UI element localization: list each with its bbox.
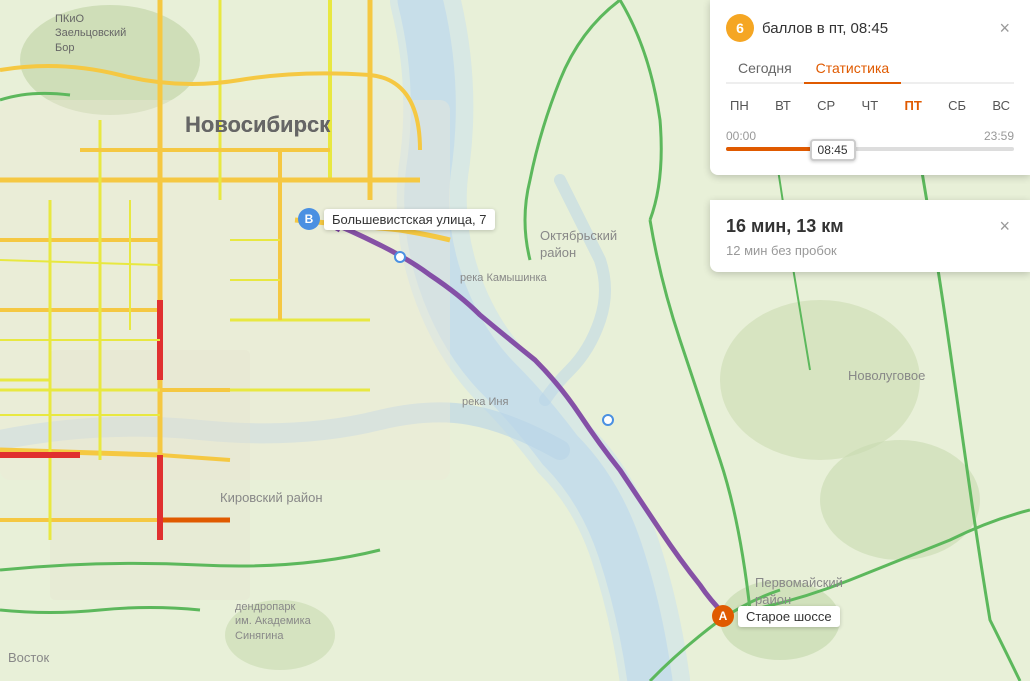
- marker-a-label: Старое шоссе: [738, 606, 840, 627]
- day-su[interactable]: ВС: [988, 96, 1014, 115]
- tabs-container: Сегодня Статистика: [726, 54, 1014, 84]
- marker-b-circle: В: [298, 208, 320, 230]
- route-time: 16 мин, 13 км: [726, 216, 844, 237]
- route-sub: 12 мин без пробок: [726, 243, 1014, 258]
- map-container: CE Новосибирск Новосибирск Октябрьскийра…: [0, 0, 1030, 681]
- panel-title: баллов в пт, 08:45: [762, 20, 888, 37]
- route-panel-close[interactable]: ×: [995, 214, 1014, 239]
- route-panel: 16 мин, 13 км × 12 мин без пробок: [710, 200, 1030, 272]
- tab-today[interactable]: Сегодня: [726, 54, 804, 84]
- traffic-badge: 6: [726, 14, 754, 42]
- day-fr[interactable]: ПТ: [900, 96, 925, 115]
- marker-a[interactable]: А Старое шоссе: [712, 605, 840, 627]
- day-tu[interactable]: ВТ: [771, 96, 795, 115]
- day-we[interactable]: СР: [813, 96, 839, 115]
- day-sa[interactable]: СБ: [944, 96, 970, 115]
- route-header: 16 мин, 13 км ×: [726, 214, 1014, 239]
- traffic-panel: 6 баллов в пт, 08:45 × Сегодня Статистик…: [710, 0, 1030, 175]
- traffic-panel-close[interactable]: ×: [995, 16, 1014, 41]
- days-row: ПН ВТ СР ЧТ ПТ СБ ВС: [726, 96, 1014, 115]
- marker-b[interactable]: В Большевистская улица, 7: [298, 208, 495, 230]
- panel-header: 6 баллов в пт, 08:45 ×: [726, 14, 1014, 42]
- marker-a-circle: А: [712, 605, 734, 627]
- marker-b-label: Большевистская улица, 7: [324, 209, 495, 230]
- time-slider-container: 00:00 23:59 08:45: [726, 129, 1014, 151]
- slider-track: 08:45: [726, 147, 1014, 151]
- day-mn[interactable]: ПН: [726, 96, 753, 115]
- day-th[interactable]: ЧТ: [858, 96, 883, 115]
- tab-stats[interactable]: Статистика: [804, 54, 902, 84]
